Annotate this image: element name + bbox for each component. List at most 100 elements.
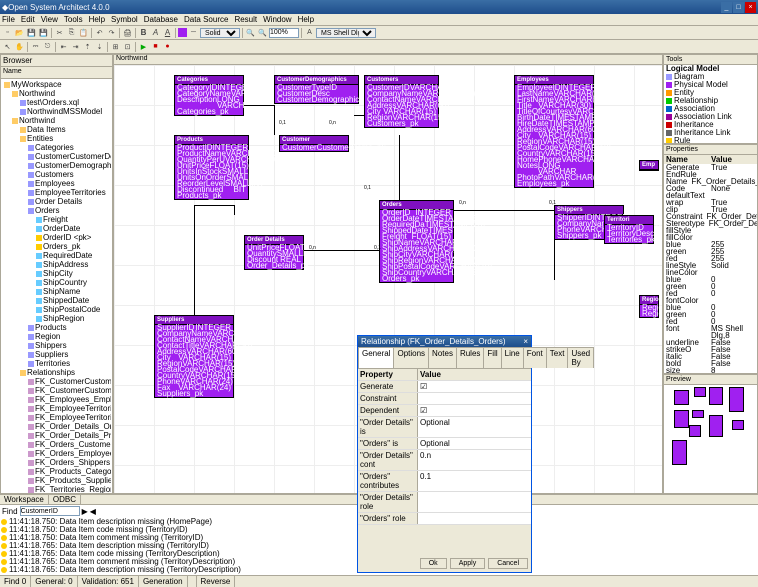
dialog-property-row[interactable]: "Order Details" isOptional	[358, 417, 531, 438]
align-left-icon[interactable]: ⇤	[58, 41, 69, 52]
redo-icon[interactable]: ↷	[106, 27, 117, 38]
tree-node[interactable]: FK_Employees_Employees	[2, 395, 111, 404]
status-tab[interactable]: Generation	[139, 576, 188, 587]
tree-node[interactable]: FK_Products_Suppliers	[2, 476, 111, 485]
bold-icon[interactable]: B	[138, 27, 149, 38]
fill-icon[interactable]	[178, 28, 187, 37]
tree-node[interactable]: OrderID <pk>	[2, 233, 111, 242]
dialog-property-row[interactable]: "Order Details" cont0.n	[358, 450, 531, 471]
find-input[interactable]	[20, 506, 80, 516]
tree-node[interactable]: Entities	[2, 134, 111, 143]
tree-node[interactable]: Categories	[2, 143, 111, 152]
copy-icon[interactable]: ⎘	[66, 27, 77, 38]
cancel-button[interactable]: Cancel	[488, 558, 528, 569]
status-tab[interactable]: Reverse	[197, 576, 236, 587]
pointer-icon[interactable]: ↖	[2, 41, 13, 52]
entity-order-details[interactable]: Order DetailsUnitPriceFLOAT(15)QuantityS…	[244, 235, 304, 270]
entity-customer[interactable]: CustomerCustomerCustomerDemo_pk	[279, 135, 349, 152]
dialog-property-row[interactable]: Generate☑	[358, 381, 531, 393]
entity-employees[interactable]: EmployeesEmployeeIDINTEGERLastNameVARCHA…	[514, 75, 594, 188]
maximize-button[interactable]: □	[733, 2, 744, 13]
menu-window[interactable]: Window	[263, 15, 291, 24]
tree-node[interactable]: NorthwindMSSModel	[2, 107, 111, 116]
find-next-icon[interactable]: ▶	[82, 507, 88, 516]
ws-tab-odbc[interactable]: ODBC	[49, 495, 81, 504]
dialog-property-row[interactable]: Dependent☑	[358, 405, 531, 417]
ws-tab-workspace[interactable]: Workspace	[0, 495, 49, 504]
entity-region[interactable]: RegionRegionIDRegionDesc	[639, 295, 659, 318]
entity-orders[interactable]: OrdersOrderIDINTEGEROrderDateTIMESTAMP(2…	[379, 200, 454, 283]
zoom-input[interactable]	[269, 28, 299, 38]
tree-node[interactable]: Territories	[2, 359, 111, 368]
tree-node[interactable]: test\Orders.xql	[2, 98, 111, 107]
tree-node[interactable]: Orders	[2, 206, 111, 215]
menu-symbol[interactable]: Symbol	[111, 15, 138, 24]
save-all-icon[interactable]: 💾	[38, 27, 49, 38]
tree-node[interactable]: ShipAddress	[2, 260, 111, 269]
dialog-tab-font[interactable]: Font	[523, 347, 547, 368]
run-icon[interactable]: ▶	[138, 41, 149, 52]
dialog-close-icon[interactable]: ×	[523, 337, 528, 346]
tree-node[interactable]: Freight	[2, 215, 111, 224]
tree-node[interactable]: FK_Order_Details_Products	[2, 431, 111, 440]
close-button[interactable]: ×	[745, 2, 756, 13]
paste-icon[interactable]: 📋	[78, 27, 89, 38]
tree-node[interactable]: FK_Orders_Employees	[2, 449, 111, 458]
tree-node[interactable]: Shippers	[2, 341, 111, 350]
stop-icon[interactable]: ■	[150, 41, 161, 52]
font-icon[interactable]: A	[304, 27, 315, 38]
disconnect-icon[interactable]: ⎋	[42, 41, 53, 52]
dialog-tab-used by[interactable]: Used By	[567, 347, 594, 368]
tree-node[interactable]: Relationships	[2, 368, 111, 377]
find-prev-icon[interactable]: ◀	[90, 507, 96, 516]
dialog-property-row[interactable]: "Order Details" role	[358, 492, 531, 513]
linestyle-select[interactable]: Solid	[200, 28, 240, 38]
tree-node[interactable]: FK_CustomerCustomerDemo	[2, 377, 111, 386]
line-icon[interactable]: ─	[188, 27, 199, 38]
hand-icon[interactable]: ✋	[14, 41, 25, 52]
minimize-button[interactable]: _	[721, 2, 732, 13]
property-row[interactable]: fontMS Shell Dlg,8	[664, 325, 757, 339]
italic-icon[interactable]: A	[150, 27, 161, 38]
tree-node[interactable]: ShipRegion	[2, 314, 111, 323]
undo-icon[interactable]: ↶	[94, 27, 105, 38]
tree-node[interactable]: FK_Territories_Region	[2, 485, 111, 494]
open-icon[interactable]: 📂	[14, 27, 25, 38]
dialog-tab-line[interactable]: Line	[501, 347, 524, 368]
dialog-tab-text[interactable]: Text	[546, 347, 569, 368]
menu-help[interactable]: Help	[89, 15, 105, 24]
menu-edit[interactable]: Edit	[21, 15, 35, 24]
dialog-tab-fill[interactable]: Fill	[483, 347, 501, 368]
tree-node[interactable]: FK_EmployeeTerritories_Employees	[2, 404, 111, 413]
new-icon[interactable]: ▫	[2, 27, 13, 38]
entity-categories[interactable]: CategoriesCategoryIDINTEGERCategoryNameV…	[174, 75, 244, 116]
entity-territori[interactable]: TerritoriTerritoryIDTerritoryDescTerrito…	[604, 215, 654, 244]
entity-customers[interactable]: CustomersCustomerIDVARCHAR(5)CompanyName…	[364, 75, 439, 128]
dialog-property-row[interactable]: "Orders" isOptional	[358, 438, 531, 450]
tree-node[interactable]: Northwind	[2, 89, 111, 98]
snap-icon[interactable]: ⊡	[122, 41, 133, 52]
status-tab[interactable]: Find 0	[0, 576, 31, 587]
align-top-icon[interactable]: ⇡	[82, 41, 93, 52]
save-icon[interactable]: 💾	[26, 27, 37, 38]
tree-node[interactable]: CustomerCustomerDemo	[2, 152, 111, 161]
tree-node[interactable]: Products	[2, 323, 111, 332]
tree-node[interactable]: Data Items	[2, 125, 111, 134]
canvas-tab[interactable]: Northwind	[114, 55, 662, 65]
tree-node[interactable]: EmployeeTerritories	[2, 188, 111, 197]
status-tab[interactable]	[188, 576, 197, 587]
tree-node[interactable]: ShippedDate	[2, 296, 111, 305]
entity-suppliers[interactable]: SuppliersSupplierIDINTEGERCompanyNameVAR…	[154, 315, 234, 398]
entity-emp[interactable]: Emp	[639, 160, 659, 171]
zoom-in-icon[interactable]: 🔍	[245, 27, 256, 38]
tree-node[interactable]: FK_Products_Categories	[2, 467, 111, 476]
dialog-property-row[interactable]: Constraint	[358, 393, 531, 405]
dialog-tab-options[interactable]: Options	[393, 347, 429, 368]
tree-node[interactable]: Region	[2, 332, 111, 341]
tree-node[interactable]: ShipCountry	[2, 278, 111, 287]
align-right-icon[interactable]: ⇥	[70, 41, 81, 52]
zoom-out-icon[interactable]: 🔍	[257, 27, 268, 38]
cut-icon[interactable]: ✂	[54, 27, 65, 38]
tree-node[interactable]: FK_EmployeeTerritories_Territories	[2, 413, 111, 422]
tree-node[interactable]: ShipPostalCode	[2, 305, 111, 314]
